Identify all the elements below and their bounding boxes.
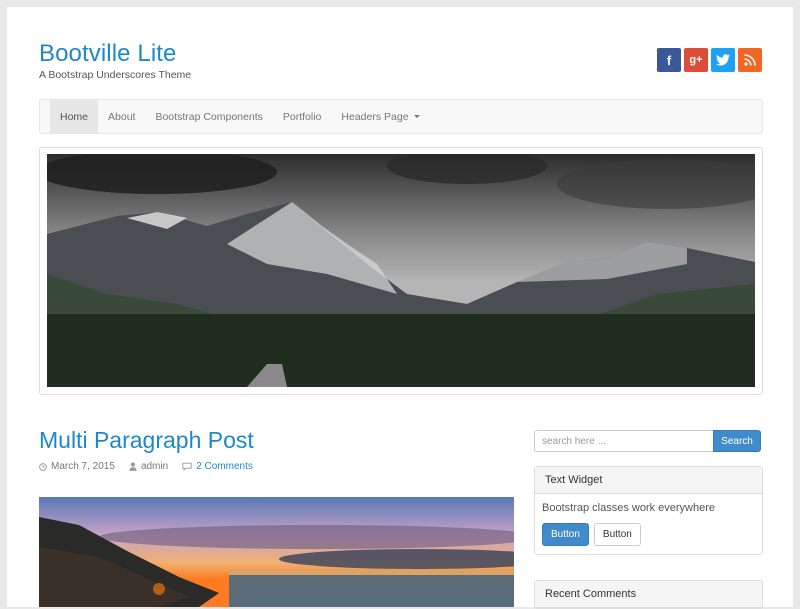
nav-item-about[interactable]: About [98, 100, 145, 133]
site-title[interactable]: Bootville Lite [39, 40, 176, 68]
rss-icon[interactable] [738, 48, 762, 72]
user-icon [129, 462, 137, 471]
caret-down-icon [413, 115, 420, 118]
text-widget-body: Bootstrap classes work everywhere [542, 502, 716, 514]
page: Bootville Lite A Bootstrap Underscores T… [7, 7, 793, 609]
recent-comments-widget: Recent Comments [534, 580, 763, 609]
text-widget-title: Text Widget [535, 467, 762, 494]
search-button[interactable]: Search [713, 430, 761, 452]
post-comments-link[interactable]: 2 Comments [182, 461, 253, 472]
twitter-icon[interactable] [711, 48, 735, 72]
post-meta: March 7, 2015 admin 2 Comments [39, 461, 253, 472]
text-widget: Text Widget Bootstrap classes work every… [534, 466, 763, 555]
clock-icon [39, 462, 47, 471]
nav-item-bootstrap-components[interactable]: Bootstrap Components [145, 100, 272, 133]
comment-icon [182, 462, 192, 471]
social-links: f g+ [657, 48, 762, 72]
primary-button[interactable]: Button [542, 523, 589, 546]
nav-item-headers-page[interactable]: Headers Page [331, 100, 429, 133]
google-plus-icon[interactable]: g+ [684, 48, 708, 72]
post-date: March 7, 2015 [39, 461, 115, 472]
mountain-header-image [47, 154, 755, 387]
nav-item-portfolio[interactable]: Portfolio [273, 100, 332, 133]
site-description: A Bootstrap Underscores Theme [39, 69, 192, 81]
post-author[interactable]: admin [129, 461, 168, 472]
main-navbar: Home About Bootstrap Components Portfoli… [39, 99, 763, 134]
recent-comments-title: Recent Comments [535, 581, 762, 608]
search-form: search here ... Search [534, 430, 761, 452]
facebook-icon[interactable]: f [657, 48, 681, 72]
header-image-frame [39, 147, 763, 395]
post-featured-image [39, 497, 514, 607]
search-input[interactable]: search here ... [534, 430, 713, 452]
default-button[interactable]: Button [593, 523, 641, 546]
nav-item-home[interactable]: Home [50, 100, 99, 133]
post-title[interactable]: Multi Paragraph Post [39, 427, 254, 454]
